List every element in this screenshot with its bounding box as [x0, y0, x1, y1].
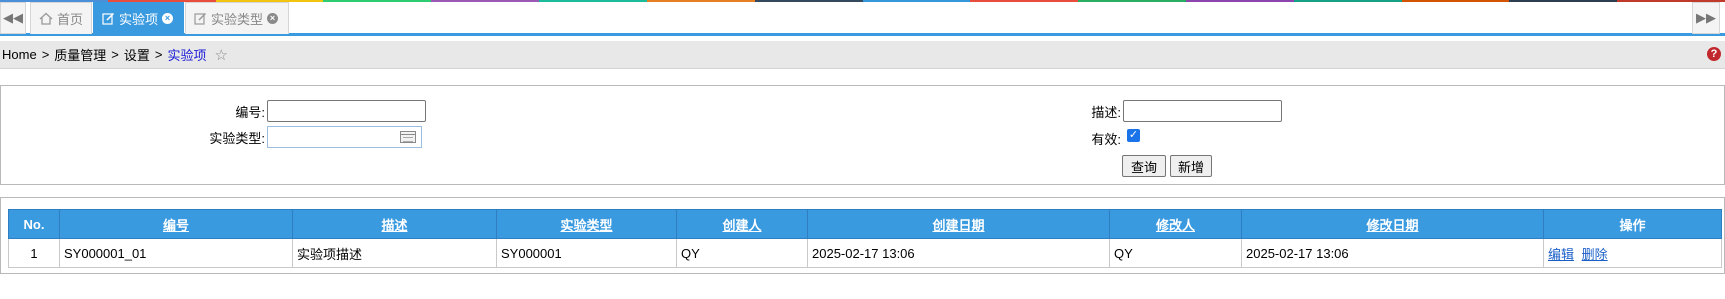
close-icon[interactable]: × — [267, 13, 279, 24]
column-modified[interactable]: 修改日期 — [1241, 209, 1544, 239]
tab-strip: ◀◀ 首页 实验项 × 实验类型 × ▶▶ — [0, 2, 1725, 36]
tab-experiment-item-label: 实验项 — [119, 12, 159, 27]
add-button[interactable]: 新增 — [1170, 155, 1212, 177]
tab-home[interactable]: 首页 — [30, 2, 92, 34]
breadcrumb-quality-management[interactable]: 质量管理 — [54, 45, 106, 64]
type-select[interactable] — [267, 126, 422, 148]
tab-experiment-type[interactable]: 实验类型 × — [185, 2, 289, 34]
results-table: No. 编号 描述 实验类型 创建人 创建日期 修改人 修改日期 操作 1 SY… — [8, 209, 1722, 268]
column-no: No. — [8, 209, 60, 239]
cell-modified: 2025-02-17 13:06 — [1241, 238, 1544, 268]
cell-no: 1 — [8, 238, 60, 268]
column-modifier[interactable]: 修改人 — [1109, 209, 1242, 239]
breadcrumb-separator: > — [41, 47, 50, 62]
breadcrumb-separator: > — [111, 47, 119, 62]
breadcrumb-current: 实验项 — [167, 48, 207, 63]
cell-type: SY000001 — [496, 238, 677, 268]
code-input[interactable] — [267, 100, 426, 122]
valid-checkbox[interactable]: ✓ — [1127, 129, 1140, 142]
edit-icon — [194, 12, 207, 25]
description-label: 描述: — [1091, 105, 1121, 120]
description-input[interactable] — [1123, 100, 1282, 122]
double-chevron-left-icon[interactable]: ◀◀ — [0, 2, 26, 34]
column-modifier-link[interactable]: 修改人 — [1156, 218, 1195, 233]
tab-experiment-type-label: 实验类型 — [211, 12, 264, 27]
double-chevron-right-icon[interactable]: ▶▶ — [1692, 2, 1720, 34]
column-code[interactable]: 编号 — [59, 209, 293, 239]
column-type[interactable]: 实验类型 — [496, 209, 677, 239]
star-icon[interactable]: ☆ — [215, 46, 228, 64]
cell-modifier: QY — [1109, 238, 1242, 268]
edit-icon — [102, 12, 115, 25]
cell-code: SY000001_01 — [59, 238, 293, 268]
calendar-icon[interactable] — [400, 131, 416, 143]
cell-created: 2025-02-17 13:06 — [807, 238, 1110, 268]
tab-experiment-item[interactable]: 实验项 × — [93, 2, 184, 34]
column-code-link[interactable]: 编号 — [163, 218, 189, 233]
close-icon[interactable]: × — [162, 13, 174, 24]
query-button[interactable]: 查询 — [1122, 155, 1166, 177]
breadcrumb-settings[interactable]: 设置 — [124, 45, 150, 64]
home-icon — [39, 12, 53, 25]
column-created[interactable]: 创建日期 — [807, 209, 1110, 239]
breadcrumb-home[interactable]: Home — [2, 47, 37, 62]
column-created-link[interactable]: 创建日期 — [932, 218, 984, 233]
table-row: 1 SY000001_01 实验项描述 SY000001 QY 2025-02-… — [8, 238, 1722, 268]
column-description[interactable]: 描述 — [292, 209, 497, 239]
tab-home-label: 首页 — [57, 12, 84, 27]
column-type-link[interactable]: 实验类型 — [560, 218, 612, 233]
column-modified-link[interactable]: 修改日期 — [1366, 218, 1418, 233]
cell-description: 实验项描述 — [292, 238, 497, 268]
breadcrumb: Home > 质量管理 > 设置 > 实验项 ☆ ? — [0, 41, 1725, 69]
column-creator-link[interactable]: 创建人 — [722, 218, 761, 233]
column-actions: 操作 — [1543, 209, 1722, 239]
results-panel: No. 编号 描述 实验类型 创建人 创建日期 修改人 修改日期 操作 1 SY… — [0, 197, 1725, 274]
valid-label: 有效: — [1091, 132, 1121, 147]
code-label: 编号: — [235, 105, 265, 120]
cell-actions: 编辑 删除 — [1543, 238, 1722, 268]
column-description-link[interactable]: 描述 — [381, 218, 407, 233]
column-creator[interactable]: 创建人 — [676, 209, 808, 239]
delete-link[interactable]: 删除 — [1582, 247, 1608, 262]
help-icon[interactable]: ? — [1707, 47, 1721, 61]
edit-link[interactable]: 编辑 — [1548, 247, 1574, 262]
cell-creator: QY — [676, 238, 808, 268]
type-label: 实验类型: — [209, 131, 265, 146]
table-header-row: No. 编号 描述 实验类型 创建人 创建日期 修改人 修改日期 操作 — [8, 209, 1722, 239]
search-panel: 编号: 实验类型: 描述: 有效: ✓ 查询 新增 — [0, 85, 1725, 185]
breadcrumb-separator: > — [154, 47, 163, 62]
